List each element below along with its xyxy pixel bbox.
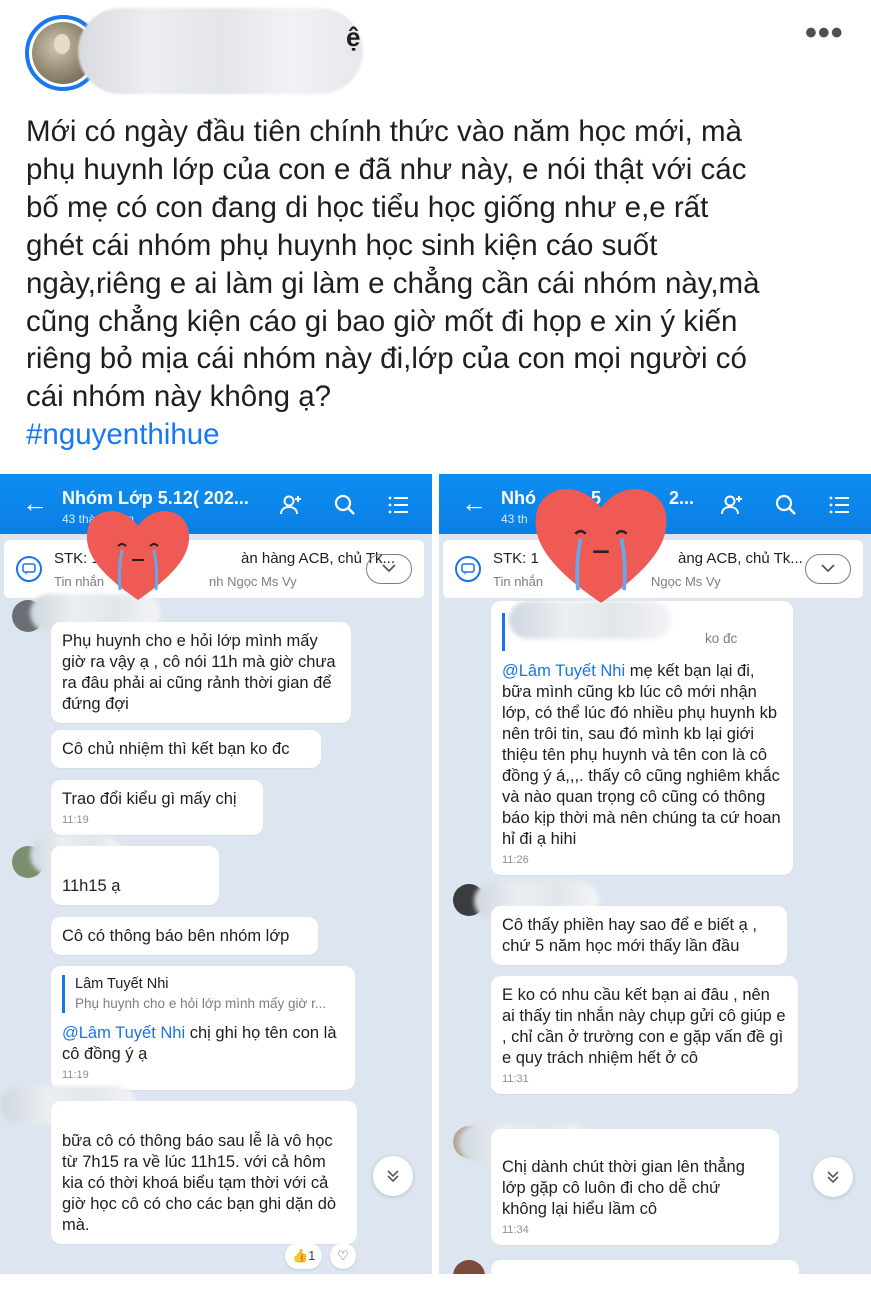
pinned-message-icon — [16, 556, 42, 582]
quoted-message[interactable]: Lâm Tuyết Nhi Phụ huynh cho e hỏi lớp mì… — [62, 975, 344, 1013]
message-bubble[interactable]: 11h15 ạ — [51, 846, 219, 905]
post-line: ghét cái nhóm phụ huynh học sinh kiện cá… — [26, 228, 658, 262]
more-options-icon[interactable]: ••• — [805, 16, 845, 50]
message-bubble[interactable]: Cô thấy phiền hay sao để e biết ạ , chứ … — [491, 906, 787, 965]
chat-header: ← Nhóm Lớp 5.12( 202... 43 thành viên — [0, 474, 432, 534]
message-time: 11:19 — [62, 1069, 89, 1081]
heart-sticker-icon — [86, 511, 190, 600]
reply-message-bubble[interactable]: ko đc @Lâm Tuyết Nhi mẹ kết bạn lại đi, … — [491, 601, 793, 875]
menu-icon[interactable] — [827, 492, 853, 518]
scroll-down-icon[interactable] — [813, 1157, 853, 1197]
author-name-tail[interactable]: ệ — [346, 22, 360, 53]
hashtag-link[interactable]: #nguyenthihue — [26, 416, 846, 454]
message-time: 11:34 — [502, 1224, 529, 1236]
chevron-down-icon[interactable] — [805, 554, 851, 584]
search-icon[interactable] — [332, 492, 358, 518]
quoted-sender: Lâm Tuyết Nhi — [75, 976, 169, 992]
message-text: bữa cô có thông báo sau lễ là vô học từ … — [62, 1132, 337, 1234]
message-bubble[interactable]: Cô có thông báo bên nhóm lớp — [51, 917, 318, 955]
message-bubble-partial[interactable] — [491, 1260, 799, 1274]
sender-avatar[interactable] — [453, 1260, 485, 1274]
chevron-down-icon[interactable] — [366, 554, 412, 584]
member-count: 43 th — [501, 512, 528, 526]
post-line: phụ huynh lớp của con e đã như này, e nó… — [26, 152, 747, 186]
post-line: ngày,riêng e ai làm gi làm e chẳng cần c… — [26, 266, 760, 300]
message-text: Chị dành chút thời gian lên thẳng lớp gặ… — [502, 1158, 745, 1218]
pinned-line-1-tail: àng ACB, chủ Tk... — [678, 550, 803, 567]
post-body: Mới có ngày đầu tiên chính thức vào năm … — [26, 113, 846, 454]
mention-link[interactable]: @Lâm Tuyết Nhi — [62, 1024, 185, 1042]
add-member-icon[interactable] — [278, 492, 304, 518]
reply-message-bubble[interactable]: Lâm Tuyết Nhi Phụ huynh cho e hỏi lớp mì… — [51, 966, 355, 1090]
quoted-text: Phụ huynh cho e hỏi lớp mình mấy giờ r..… — [75, 996, 327, 1011]
message-text: 11h15 ạ — [62, 877, 121, 895]
message-bubble[interactable]: E ko có nhu cầu kết bạn ai đâu , nên ai … — [491, 976, 798, 1094]
screenshot-divider — [432, 474, 439, 1274]
message-text: Phụ huynh cho e hỏi lớp mình mấy giờ ra … — [62, 632, 336, 713]
message-text: Cô chủ nhiệm thì kết bạn ko đc — [62, 740, 290, 758]
mention-link[interactable]: @Lâm Tuyết Nhi — [502, 662, 625, 680]
post-header: ệ ••• — [0, 0, 871, 110]
message-time: 11:26 — [502, 854, 529, 866]
message-text: mẹ kết bạn lại đi, bữa mình cũng kb lúc … — [502, 662, 781, 848]
chat-screenshot-left[interactable]: ← Nhóm Lớp 5.12( 202... 43 thành viên ST… — [0, 474, 432, 1274]
author-name-blurred[interactable] — [78, 8, 363, 94]
message-time: 11:19 — [62, 814, 89, 826]
back-arrow-icon[interactable]: ← — [461, 488, 487, 519]
add-member-icon[interactable] — [719, 492, 745, 518]
search-icon[interactable] — [773, 492, 799, 518]
post-line: riêng bỏ mịa cái nhóm này đi,lớp của con… — [26, 342, 747, 376]
scroll-down-icon[interactable] — [373, 1156, 413, 1196]
message-text: Cô có thông báo bên nhóm lớp — [62, 927, 290, 945]
post-line: cái nhóm này không ạ? — [26, 380, 332, 414]
message-bubble[interactable]: Chị dành chút thời gian lên thẳng lớp gặ… — [491, 1129, 779, 1245]
chat-screenshot-right[interactable]: ← Nhó 5 2... 43 th STK: 1 àng ACB, chủ T… — [439, 474, 871, 1274]
post-line: bố mẹ có con đang di học tiểu học giống … — [26, 190, 709, 224]
message-text: Cô thấy phiền hay sao để e biết ạ , chứ … — [502, 916, 758, 955]
message-bubble[interactable]: Phụ huynh cho e hỏi lớp mình mấy giờ ra … — [51, 622, 351, 723]
message-text: Trao đổi kiểu gì mấy chị — [62, 790, 237, 808]
pinned-message-icon — [455, 556, 481, 582]
message-bubble[interactable]: bữa cô có thông báo sau lễ là vô học từ … — [51, 1101, 357, 1244]
message-bubble[interactable]: Trao đổi kiểu gì mấy chị 11:19 — [51, 780, 263, 835]
post-line: Mới có ngày đầu tiên chính thức vào năm … — [26, 115, 742, 148]
back-arrow-icon[interactable]: ← — [22, 488, 48, 519]
message-text: E ko có nhu cầu kết bạn ai đâu , nên ai … — [502, 986, 786, 1067]
heart-react-icon[interactable]: ♡ — [330, 1243, 356, 1269]
message-time: 11:31 — [502, 1073, 529, 1085]
reaction-count[interactable]: 👍1 — [285, 1243, 323, 1269]
menu-icon[interactable] — [386, 492, 412, 518]
post-line: cũng chẳng kiện cáo gi bao giờ mốt đi họ… — [26, 304, 738, 338]
message-bubble[interactable]: Cô chủ nhiệm thì kết bạn ko đc — [51, 730, 321, 768]
pinned-message[interactable]: STK: 1 àn hàng ACB, chủ Tk... Tin nhắn n… — [4, 540, 424, 598]
pinned-line-2-tail: nh Ngọc Ms Vy — [209, 574, 297, 589]
heart-sticker-icon — [535, 489, 667, 603]
